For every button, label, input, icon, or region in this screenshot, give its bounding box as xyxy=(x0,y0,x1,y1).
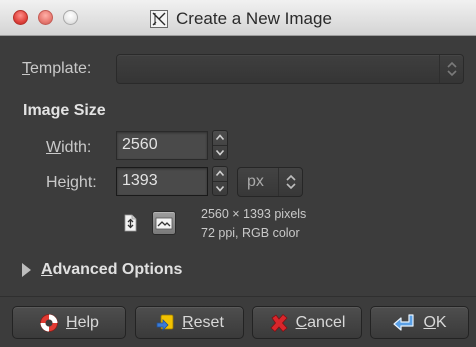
help-mnemonic: H xyxy=(66,313,78,331)
template-select-arrows[interactable] xyxy=(439,55,463,83)
image-dimensions-info: 2560 × 1393 pixels xyxy=(201,207,307,221)
ok-rest: K xyxy=(435,313,447,331)
width-decrement-button[interactable] xyxy=(213,146,227,160)
ok-mnemonic: O xyxy=(423,313,436,331)
help-button[interactable]: Help xyxy=(12,306,126,339)
portrait-button[interactable] xyxy=(118,211,142,235)
chevron-up-icon xyxy=(215,134,225,141)
help-label: Help xyxy=(66,314,99,332)
expander-triangle-icon xyxy=(22,263,31,277)
window-title-group: Create a New Image xyxy=(150,8,332,30)
height-label-rest: ght: xyxy=(70,174,97,191)
enter-arrow-icon xyxy=(393,313,415,331)
width-label: Width: xyxy=(46,139,91,157)
template-label: Template: xyxy=(22,60,91,78)
close-window-button[interactable] xyxy=(13,10,28,25)
reset-icon xyxy=(156,314,174,331)
minimize-window-button[interactable] xyxy=(38,10,53,25)
image-resolution-info: 72 ppi, RGB color xyxy=(201,226,300,240)
up-down-chevron-icon xyxy=(286,174,296,190)
gimp-icon xyxy=(150,10,168,28)
reset-mnemonic: R xyxy=(182,313,194,331)
portrait-orientation-icon xyxy=(124,214,137,232)
reset-rest: eset xyxy=(193,313,224,331)
width-label-mnemonic: W xyxy=(46,139,62,156)
height-increment-button[interactable] xyxy=(213,167,227,182)
landscape-button[interactable] xyxy=(152,211,176,235)
cancel-label: Cancel xyxy=(296,314,346,332)
unit-select-arrows[interactable] xyxy=(278,168,302,196)
title-bar: Create a New Image xyxy=(0,0,476,36)
reset-button[interactable]: Reset xyxy=(135,306,244,339)
height-decrement-button[interactable] xyxy=(213,182,227,196)
zoom-window-button[interactable] xyxy=(63,10,78,25)
image-size-heading: Image Size xyxy=(23,102,106,119)
unit-select-value: px xyxy=(247,173,264,190)
cancel-rest: ancel xyxy=(307,313,346,331)
height-field[interactable]: 1393 xyxy=(116,167,208,196)
ok-button[interactable]: OK xyxy=(370,306,469,339)
template-label-mnemonic: T xyxy=(22,60,30,77)
cancel-button[interactable]: Cancel xyxy=(252,306,362,339)
width-field[interactable]: 2560 xyxy=(116,131,208,160)
cancel-mnemonic: C xyxy=(295,313,308,331)
reset-label: Reset xyxy=(182,314,224,332)
ok-label: OK xyxy=(423,314,446,332)
width-stepper[interactable] xyxy=(212,130,228,160)
cancel-x-icon xyxy=(270,313,288,332)
height-stepper[interactable] xyxy=(212,166,228,196)
height-label-prefix: He xyxy=(46,174,67,191)
window-title: Create a New Image xyxy=(176,9,332,28)
advanced-options-rest: dvanced Options xyxy=(52,261,183,278)
lifebuoy-icon xyxy=(40,313,58,332)
chevron-down-icon xyxy=(215,149,225,156)
advanced-options-mnemonic: A xyxy=(41,261,53,278)
advanced-options-expander[interactable]: Advanced Options xyxy=(22,259,182,281)
unit-select[interactable]: px xyxy=(237,167,303,197)
footer-divider xyxy=(0,296,476,297)
chevron-up-icon xyxy=(215,170,225,177)
landscape-orientation-icon xyxy=(155,217,173,230)
help-rest: elp xyxy=(77,313,99,331)
template-select[interactable] xyxy=(116,54,464,84)
width-increment-button[interactable] xyxy=(213,131,227,146)
template-label-rest: emplate: xyxy=(30,60,92,77)
height-label: Height: xyxy=(46,174,97,192)
width-label-rest: idth: xyxy=(61,139,92,156)
up-down-chevron-icon xyxy=(447,61,457,77)
chevron-down-icon xyxy=(215,185,225,192)
advanced-options-label: Advanced Options xyxy=(41,261,182,279)
